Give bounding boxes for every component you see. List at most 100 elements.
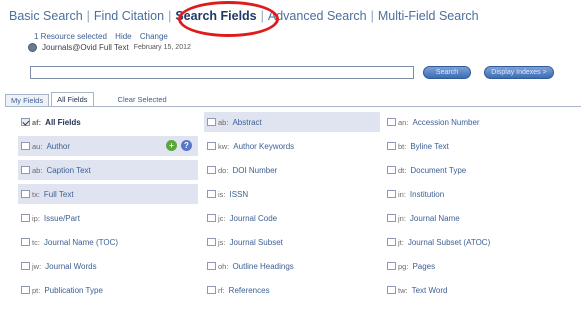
field-checkbox[interactable] [207, 142, 216, 150]
field-label[interactable]: Outline Headings [232, 262, 293, 271]
field-checkbox[interactable] [387, 142, 396, 150]
field-checkbox[interactable] [207, 238, 216, 246]
field-option[interactable]: tc: Journal Name (TOC) [18, 232, 198, 252]
search-input[interactable] [30, 66, 414, 79]
clear-selected-link[interactable]: Clear Selected [118, 93, 167, 107]
field-checkbox[interactable] [387, 262, 396, 270]
field-option[interactable]: rf: References [204, 280, 380, 300]
field-label[interactable]: Text Word [412, 286, 448, 295]
field-option[interactable]: ab: Abstract [204, 112, 380, 132]
field-option[interactable]: jc: Journal Code [204, 208, 380, 228]
database-name: Journals@Ovid Full Text [42, 43, 129, 52]
field-option[interactable]: bt: Byline Text [384, 136, 580, 156]
field-option[interactable]: dt: Document Type [384, 160, 580, 180]
field-checkbox[interactable] [21, 118, 30, 126]
field-checkbox[interactable] [207, 190, 216, 198]
field-label[interactable]: Author Keywords [233, 142, 294, 151]
field-option[interactable]: tw: Text Word [384, 280, 580, 300]
field-checkbox[interactable] [21, 190, 30, 198]
field-option[interactable]: ip: Issue/Part [18, 208, 198, 228]
field-code: af: [32, 117, 42, 127]
field-label[interactable]: Journal Name [410, 214, 460, 223]
field-label[interactable]: References [229, 286, 270, 295]
field-checkbox[interactable] [387, 238, 396, 246]
field-label[interactable]: Byline Text [410, 142, 449, 151]
field-checkbox[interactable] [387, 286, 396, 294]
field-checkbox[interactable] [207, 118, 216, 126]
field-row: ip: Issue/Part jc: Journal Code jn: Journal N… [18, 208, 584, 232]
field-checkbox[interactable] [387, 118, 396, 126]
field-label[interactable]: Full Text [44, 190, 74, 199]
field-option[interactable]: js: Journal Subset [204, 232, 380, 252]
field-checkbox[interactable] [207, 262, 216, 270]
field-label[interactable]: Issue/Part [44, 214, 80, 223]
field-label[interactable]: Document Type [410, 166, 466, 175]
field-option[interactable]: kw: Author Keywords [204, 136, 380, 156]
field-option[interactable]: jt: Journal Subset (ATOC) [384, 232, 580, 252]
field-option[interactable]: an: Accession Number [384, 112, 580, 132]
field-checkbox[interactable] [207, 214, 216, 222]
field-option[interactable]: oh: Outline Headings [204, 256, 380, 276]
resource-selection-line: 1 Resource selected Hide Change [34, 32, 174, 41]
field-option[interactable]: is: ISSN [204, 184, 380, 204]
field-label[interactable]: DOI Number [232, 166, 277, 175]
tab-multi-field-search[interactable]: Multi-Field Search [375, 9, 482, 23]
field-code: tx: [32, 189, 40, 199]
field-code: in: [398, 189, 406, 199]
field-checkbox[interactable] [387, 214, 396, 222]
field-option[interactable]: au: Author +? [18, 136, 198, 156]
field-code: jc: [218, 213, 226, 223]
tab-basic-search[interactable]: Basic Search [6, 9, 86, 23]
field-label[interactable]: Author [46, 142, 70, 151]
tab-advanced-search[interactable]: Advanced Search [265, 9, 370, 23]
field-option[interactable]: do: DOI Number [204, 160, 380, 180]
field-option[interactable]: ab: Caption Text [18, 160, 198, 180]
fields-grid: af: All Fields ab: Abstract an: Accession Num… [18, 112, 584, 304]
tab-search-fields[interactable]: Search Fields [172, 9, 259, 23]
field-checkbox[interactable] [21, 214, 30, 222]
field-option[interactable]: pg: Pages [384, 256, 580, 276]
field-checkbox[interactable] [207, 286, 216, 294]
field-code: ab: [218, 117, 229, 127]
field-label[interactable]: Caption Text [46, 166, 90, 175]
field-label[interactable]: Journal Code [230, 214, 278, 223]
help-icon[interactable]: ? [181, 140, 192, 151]
change-link[interactable]: Change [140, 32, 168, 41]
field-label[interactable]: Accession Number [412, 118, 479, 127]
field-option[interactable]: in: Institution [384, 184, 580, 204]
tab-divider [5, 106, 581, 107]
add-icon[interactable]: + [166, 140, 177, 151]
field-checkbox[interactable] [21, 262, 30, 270]
field-label[interactable]: Journal Name (TOC) [44, 238, 118, 247]
field-option[interactable]: jn: Journal Name [384, 208, 580, 228]
field-label[interactable]: Journal Subset (ATOC) [408, 238, 490, 247]
field-checkbox[interactable] [21, 238, 30, 246]
field-checkbox[interactable] [21, 286, 30, 294]
search-button[interactable]: Search [423, 66, 471, 79]
field-label[interactable]: All Fields [45, 118, 81, 127]
field-label[interactable]: Institution [410, 190, 444, 199]
field-option[interactable]: pt: Publication Type [18, 280, 198, 300]
field-label[interactable]: Pages [412, 262, 435, 271]
field-checkbox[interactable] [387, 166, 396, 174]
field-option[interactable]: jw: Journal Words [18, 256, 198, 276]
tab-all-fields[interactable]: All Fields [51, 92, 94, 107]
field-label[interactable]: Publication Type [44, 286, 103, 295]
field-checkbox[interactable] [21, 142, 30, 150]
hide-link[interactable]: Hide [115, 32, 131, 41]
field-code: jn: [398, 213, 406, 223]
field-code: do: [218, 165, 229, 175]
field-row: tc: Journal Name (TOC) js: Journal Subset jt… [18, 232, 584, 256]
field-option[interactable]: af: All Fields [18, 112, 198, 132]
field-option[interactable]: tx: Full Text [18, 184, 198, 204]
field-label[interactable]: Journal Subset [230, 238, 283, 247]
field-label[interactable]: Abstract [232, 118, 261, 127]
field-checkbox[interactable] [21, 166, 30, 174]
display-indexes-button[interactable]: Display Indexes > [484, 66, 554, 79]
tab-find-citation[interactable]: Find Citation [91, 9, 167, 23]
field-label[interactable]: Journal Words [45, 262, 96, 271]
field-checkbox[interactable] [387, 190, 396, 198]
field-code: ip: [32, 213, 40, 223]
field-label[interactable]: ISSN [230, 190, 249, 199]
field-checkbox[interactable] [207, 166, 216, 174]
